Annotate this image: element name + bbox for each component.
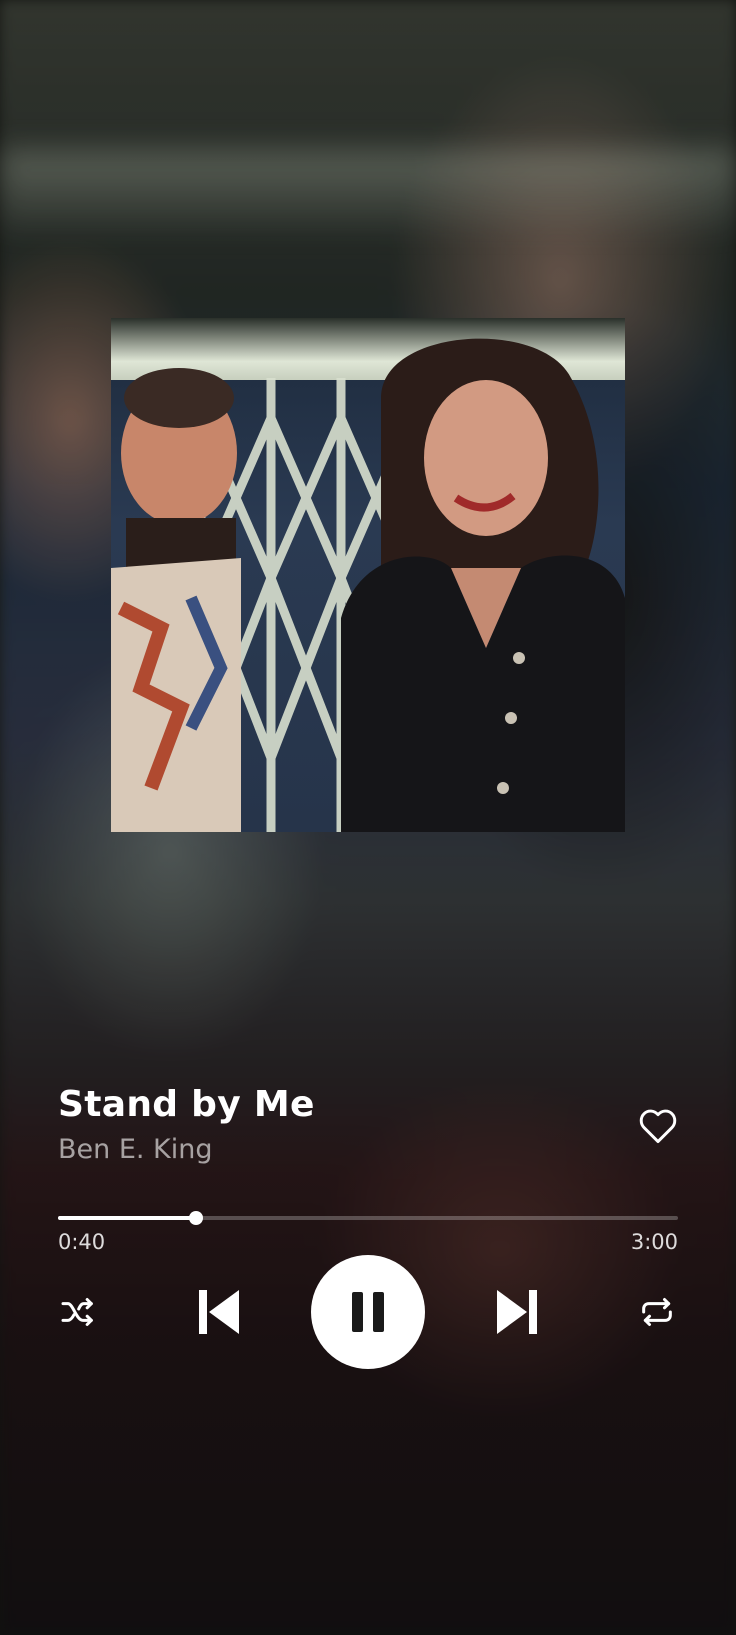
progress-fill: [58, 1216, 196, 1220]
album-art-man: [111, 368, 241, 832]
album-art: [111, 318, 625, 832]
album-art-woman: [341, 338, 625, 832]
play-pause-button[interactable]: [311, 1255, 425, 1369]
total-time: 3:00: [630, 1230, 678, 1254]
shuffle-icon: [61, 1298, 93, 1326]
track-artist[interactable]: Ben E. King: [58, 1134, 213, 1165]
previous-button[interactable]: [196, 1286, 242, 1338]
progress-bar[interactable]: [58, 1210, 678, 1226]
progress-thumb[interactable]: [188, 1211, 203, 1225]
repeat-button[interactable]: [634, 1290, 680, 1334]
shuffle-button[interactable]: [56, 1290, 100, 1334]
repeat-icon: [642, 1298, 672, 1326]
skip-previous-icon: [199, 1290, 239, 1334]
next-button[interactable]: [494, 1286, 540, 1338]
elapsed-time: 0:40: [58, 1230, 106, 1254]
like-button[interactable]: [636, 1104, 680, 1148]
music-player-screen: Stand by Me Ben E. King 0:40 3:00: [0, 0, 736, 1635]
heart-outline-icon: [639, 1109, 677, 1144]
pause-icon: [352, 1292, 384, 1332]
skip-next-icon: [497, 1290, 537, 1334]
track-title: Stand by Me: [58, 1084, 315, 1125]
